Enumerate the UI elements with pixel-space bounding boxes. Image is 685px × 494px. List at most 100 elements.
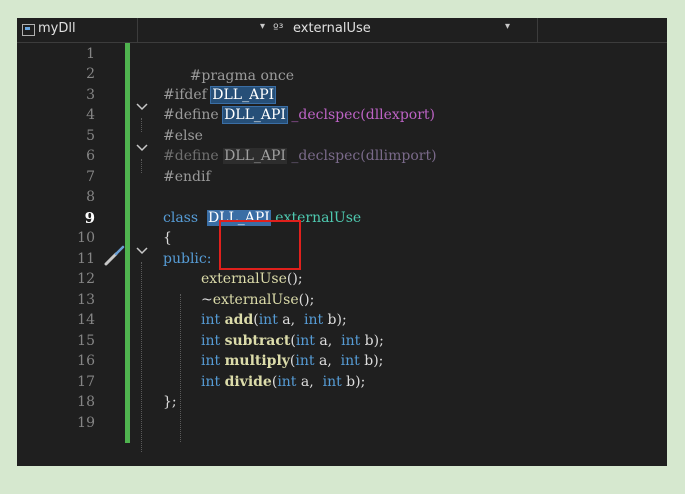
code-line: #else [163,125,203,147]
line-number: 18 [77,394,95,410]
line-number-current: 9 [84,209,95,227]
line-number: 12 [77,271,95,287]
macro-token: DLL_API [222,106,288,124]
collapse-icon[interactable] [135,244,149,258]
chevron-down-icon[interactable]: ▾ [260,21,265,32]
fold-guide [141,262,142,452]
code-token: #ifdef [163,87,212,103]
line-number: 1 [86,46,95,62]
code-token: subtract [224,333,291,349]
code-line: #define DLL_API _declspec(dllexport) [163,104,435,126]
code-token: int [277,374,297,390]
code-token: ~ [201,292,213,308]
code-token: b); [360,333,384,349]
collapse-icon[interactable] [135,141,149,155]
line-number: 5 [86,128,95,144]
code-line: externalUse(); [201,268,303,290]
code-line: int add(int a, int b); [201,309,347,331]
code-line: #define DLL_API _declspec(dllimport) [163,145,437,167]
annotation-highlight-box [219,220,301,270]
code-token: int [295,353,315,369]
code-token: #define [163,148,224,164]
code-token: b); [359,353,384,369]
code-line: ~externalUse(); [201,289,314,311]
code-token: a, [314,353,341,369]
code-line: #pragma once [163,43,294,84]
code-token: { [163,230,172,246]
code-token: int [201,312,225,328]
indent-guide [180,294,181,442]
code-token: int [303,312,324,328]
navigation-bar: myDll ▾ º³ externalUse ▾ [17,18,667,43]
code-token: #pragma once [189,68,295,84]
divider [537,18,538,42]
code-token: int [322,374,342,390]
project-dropdown[interactable]: myDll [38,21,76,36]
code-token: a, [314,333,342,349]
line-number: 17 [77,374,95,390]
line-number: 16 [77,353,95,369]
project-icon [22,24,35,36]
code-line: int divide(int a, int b); [201,371,365,393]
line-number: 10 [77,230,95,246]
fold-guide [141,159,142,173]
code-token: (); [298,292,315,308]
quick-actions-icon[interactable] [103,243,127,267]
code-token: int [295,333,315,349]
line-number: 19 [77,415,95,431]
divider [137,18,138,42]
line-number: 2 [86,66,95,82]
code-line: }; [163,391,177,413]
code-token: int [340,353,360,369]
macro-token: DLL_API [210,86,277,104]
code-line: int subtract(int a, int b); [201,330,384,352]
class-dropdown[interactable]: externalUse [293,21,371,36]
chevron-down-icon[interactable]: ▾ [505,21,510,32]
class-icon: º³ [273,21,284,35]
line-number-gutter: 1 2 3 4 5 6 7 8 9 10 11 12 13 14 15 16 1… [17,43,100,466]
code-token: (dllexport) [360,107,435,123]
code-token: (dllimport) [360,148,437,164]
code-token: int [201,353,225,369]
code-token: externalUse [201,271,287,287]
code-token: a, [277,312,304,328]
code-token: b); [341,374,366,390]
code-token: int [201,333,225,349]
code-line: #ifdef DLL_API [163,84,277,106]
code-line: { [163,227,172,249]
code-token: int [201,374,225,390]
code-line: #endif [163,166,211,188]
code-token: #define [163,107,224,123]
code-token: class [163,210,207,226]
code-token: int [341,333,361,349]
collapse-icon[interactable] [135,100,149,114]
line-number: 15 [77,333,95,349]
line-number: 4 [86,107,95,123]
code-token: }; [163,394,177,410]
code-token: _declspec [286,107,361,123]
line-number: 8 [86,189,95,205]
code-token: #endif [163,169,211,185]
line-number: 6 [86,148,95,164]
code-token: (); [286,271,303,287]
line-number: 3 [86,87,95,103]
code-token: public: [163,251,212,267]
code-token: externalUse [212,292,299,308]
code-token: add [224,312,254,328]
code-line: int multiply(int a, int b); [201,350,383,372]
code-token: a, [296,374,323,390]
macro-token: DLL_API [223,148,287,164]
code-token: int [258,312,278,328]
code-line: public: [163,248,211,270]
line-number: 13 [77,292,95,308]
editor-window: myDll ▾ º³ externalUse ▾ 1 2 3 4 5 6 7 8… [17,18,667,466]
code-token: _declspec [286,148,361,164]
line-number: 14 [77,312,95,328]
code-token: divide [224,374,272,390]
fold-guide [141,118,142,132]
code-token: multiply [224,353,290,369]
code-token: #else [163,128,203,144]
line-number: 11 [77,251,95,267]
code-token: b); [323,312,347,328]
line-number: 7 [86,169,95,185]
